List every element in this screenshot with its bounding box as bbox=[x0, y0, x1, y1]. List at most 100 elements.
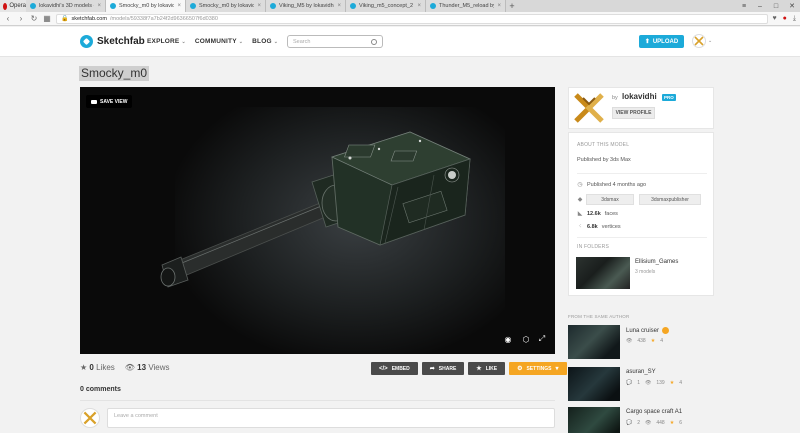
model-info-card: ABOUT THIS MODEL Published by 3ds Max ◷ … bbox=[568, 132, 714, 296]
related-model-name[interactable]: Cargo space craft A1 bbox=[626, 409, 682, 415]
sketchfab-favicon-icon bbox=[110, 3, 116, 9]
sketchfab-logo[interactable]: Sketchfab bbox=[80, 35, 145, 48]
download-icon[interactable]: ⤓ bbox=[793, 15, 796, 23]
url-path: /models/59338f7a7b24f2d96366507f6d0380 bbox=[109, 15, 218, 22]
by-label: by bbox=[612, 95, 618, 101]
likes-count: 6 bbox=[679, 420, 682, 426]
related-model-item[interactable]: Cargo space craft A1 💬 2 👁 448 ★ 6 bbox=[568, 407, 714, 433]
clock-icon: ◷ bbox=[577, 182, 583, 188]
related-model-item[interactable]: Luna cruiser 👁 438 ★ 4 bbox=[568, 325, 714, 359]
browser-tab[interactable]: Viking_m5_concept_2 by × bbox=[346, 0, 426, 12]
browser-tab[interactable]: Smocky_m0 by lokavidhi - S × bbox=[186, 0, 266, 12]
embed-button[interactable]: </> EMBED bbox=[371, 362, 418, 375]
view-profile-button[interactable]: VIEW PROFILE bbox=[612, 107, 655, 119]
related-model-item[interactable]: asuran_SY 💬 1 👁 139 ★ 4 bbox=[568, 367, 714, 401]
related-model-name[interactable]: asuran_SY bbox=[626, 369, 656, 375]
minimize-icon[interactable]: – bbox=[752, 0, 768, 12]
like-button[interactable]: ★ LIKE bbox=[468, 362, 506, 375]
views-label: Views bbox=[148, 363, 170, 372]
triangle-icon: ◣ bbox=[577, 211, 583, 217]
fullscreen-icon[interactable]: ⤢ bbox=[536, 333, 548, 345]
related-model-thumbnail[interactable] bbox=[568, 367, 620, 401]
likes-count: 4 bbox=[679, 380, 682, 386]
close-tab-icon[interactable]: × bbox=[97, 3, 101, 9]
maximize-icon[interactable]: □ bbox=[768, 0, 784, 12]
sketchfab-favicon-icon bbox=[430, 3, 436, 9]
related-model-thumbnail[interactable] bbox=[568, 325, 620, 359]
model-stats: ★ 0 Likes 👁 13 Views bbox=[80, 363, 170, 372]
author-name[interactable]: lokavidhi bbox=[622, 92, 657, 101]
browser-tab-active[interactable]: Smocky_m0 by lokavidhi - S × bbox=[106, 0, 186, 12]
menu-explore[interactable]: EXPLORE ⌄ bbox=[147, 38, 186, 45]
opera-logo-icon bbox=[3, 2, 8, 10]
close-tab-icon[interactable]: × bbox=[497, 3, 501, 9]
close-tab-icon[interactable]: × bbox=[177, 3, 181, 9]
vr-cube-icon[interactable]: ⬡ bbox=[520, 333, 532, 345]
back-icon[interactable]: ‹ bbox=[4, 14, 12, 23]
opera-menu-button[interactable]: Opera bbox=[0, 0, 26, 12]
address-bar-tools: ♥ ● ⤓ bbox=[773, 15, 797, 23]
tag-chip[interactable]: 3dsmax bbox=[586, 194, 634, 205]
main-menu: EXPLORE ⌄ COMMUNITY ⌄ BLOG ⌄ bbox=[147, 38, 278, 45]
browser-tab[interactable]: Viking_M5 by lokavidhi - S × bbox=[266, 0, 346, 12]
comments-divider bbox=[80, 400, 555, 401]
sketchfab-favicon-icon bbox=[30, 3, 36, 9]
views-stat: 👁 13 Views bbox=[125, 363, 170, 372]
author-avatar-icon[interactable] bbox=[571, 90, 607, 126]
views-count: 448 bbox=[656, 420, 665, 426]
views-icon: 👁 bbox=[626, 338, 633, 344]
tab-title: Thunder_M5_reload by lo bbox=[439, 3, 494, 9]
author-logo-icon bbox=[694, 36, 704, 46]
views-icon: 👁 bbox=[645, 420, 652, 426]
share-label: SHARE bbox=[438, 365, 457, 372]
user-menu[interactable]: ⌄ bbox=[692, 34, 712, 48]
comments-heading: 0 comments bbox=[80, 386, 121, 393]
browser-tab-bar: Opera lokavidhi's 3D models - S × Smocky… bbox=[0, 0, 800, 12]
speed-dial-icon[interactable]: ▦ bbox=[43, 14, 51, 23]
related-model-thumbnail[interactable] bbox=[568, 407, 620, 433]
upload-button[interactable]: ⬆ UPLOAD bbox=[639, 35, 684, 48]
sketchfab-logo-icon bbox=[80, 35, 93, 48]
commenter-avatar bbox=[80, 408, 100, 428]
menu-community[interactable]: COMMUNITY ⌄ bbox=[195, 38, 243, 45]
reload-icon[interactable]: ↻ bbox=[30, 14, 38, 23]
tab-title: Smocky_m0 by lokavidhi - S bbox=[119, 3, 174, 9]
chevron-down-icon: ⌄ bbox=[238, 39, 244, 45]
related-model-meta: 💬 1 👁 139 ★ 4 bbox=[626, 380, 682, 386]
likes-count: 0 bbox=[89, 363, 94, 372]
save-view-button[interactable]: SAVE VIEW bbox=[86, 95, 133, 108]
browser-tab[interactable]: lokavidhi's 3D models - S × bbox=[26, 0, 106, 12]
folder-thumbnail[interactable] bbox=[576, 257, 630, 289]
new-tab-button[interactable]: + bbox=[506, 0, 518, 12]
close-tab-icon[interactable]: × bbox=[417, 3, 421, 9]
tag-chip[interactable]: 3dsmaxpublisher bbox=[639, 194, 701, 205]
opera-extension-icon[interactable]: ● bbox=[783, 15, 787, 23]
likes-stat: ★ 0 Likes bbox=[80, 363, 115, 372]
close-tab-icon[interactable]: × bbox=[337, 3, 341, 9]
heart-icon[interactable]: ♥ bbox=[773, 15, 777, 23]
eye-icon[interactable]: ◉ bbox=[502, 333, 514, 345]
search-input[interactable]: Search bbox=[287, 35, 383, 48]
related-model-name[interactable]: Luna cruiser bbox=[626, 328, 659, 334]
browser-tab[interactable]: Thunder_M5_reload by lo × bbox=[426, 0, 506, 12]
close-tab-icon[interactable]: × bbox=[257, 3, 261, 9]
close-window-icon[interactable]: ✕ bbox=[784, 0, 800, 12]
tab-menu-icon[interactable]: ≡ bbox=[736, 0, 752, 12]
like-label: LIKE bbox=[485, 365, 498, 372]
model-viewer[interactable]: SAVE VIEW ◉ ⬡ ⤢ bbox=[80, 87, 555, 354]
vertices-value: 6.8k bbox=[587, 223, 598, 230]
settings-button[interactable]: ⚙ SETTINGS ▾ bbox=[509, 362, 567, 375]
menu-blog[interactable]: BLOG ⌄ bbox=[252, 38, 278, 45]
vertex-icon: ⁖ bbox=[578, 224, 582, 230]
comment-input[interactable]: Leave a comment bbox=[107, 408, 555, 428]
folder-name[interactable]: Ellisium_Games bbox=[635, 259, 678, 265]
comment-icon: 💬 bbox=[626, 420, 633, 426]
star-icon: ★ bbox=[669, 380, 675, 386]
url-field[interactable]: 🔒 sketchfab.com/models/59338f7a7b24f2d96… bbox=[56, 13, 768, 24]
forward-icon[interactable]: › bbox=[17, 14, 25, 23]
about-heading: ABOUT THIS MODEL bbox=[577, 142, 630, 148]
tag-icon: ◆ bbox=[577, 197, 583, 203]
comments-count: 1 bbox=[637, 380, 641, 386]
share-button[interactable]: ➦ SHARE bbox=[421, 362, 465, 375]
star-icon: ★ bbox=[669, 420, 675, 426]
